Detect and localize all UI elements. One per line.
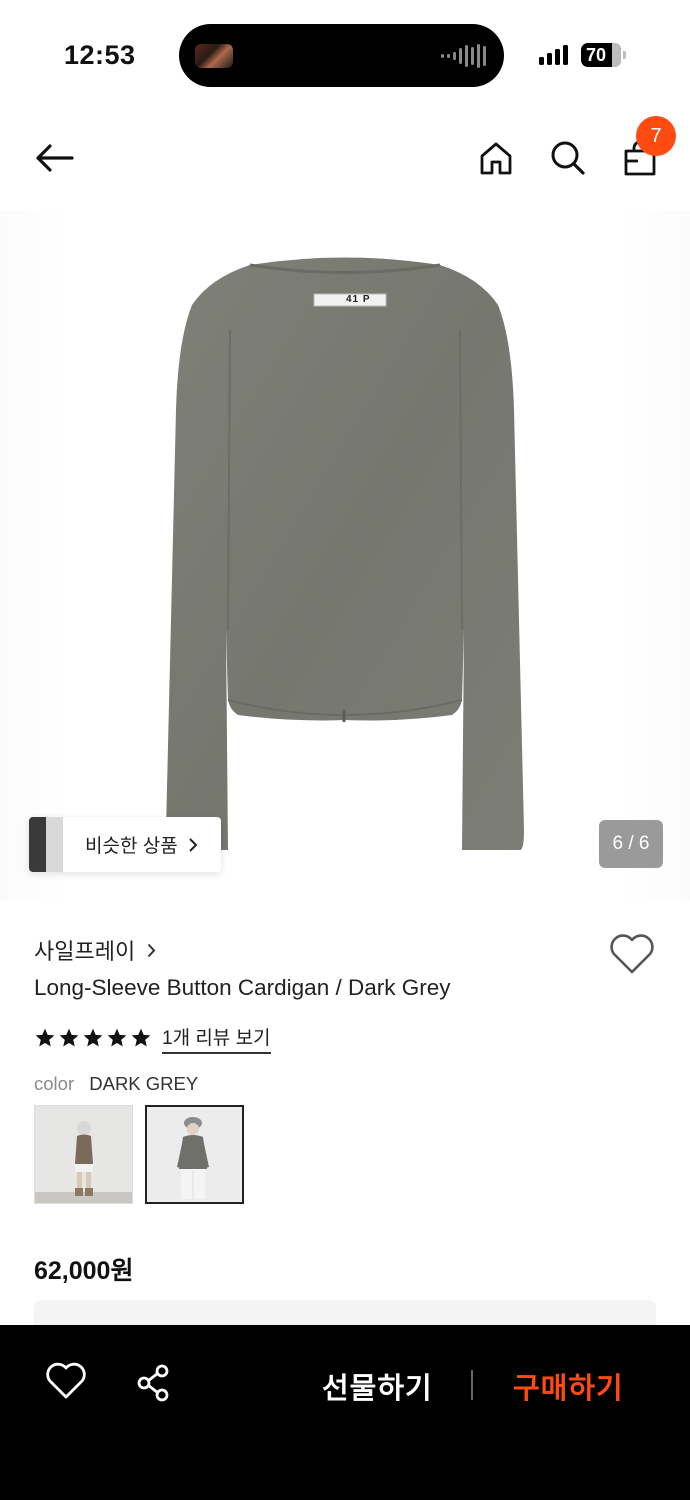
color-label: color: [34, 1073, 75, 1094]
garment-tag-text: 41 P: [346, 294, 371, 305]
similar-products-button[interactable]: 비슷한 상품: [29, 817, 221, 872]
buy-button[interactable]: 구매하기: [513, 1365, 624, 1407]
image-page-indicator: 6 / 6: [599, 820, 663, 868]
chevron-right-icon: [147, 943, 156, 958]
cart-count-badge: 7: [636, 116, 676, 156]
audio-wave-icon: [441, 43, 486, 69]
star-icon: [131, 1028, 151, 1047]
chevron-right-icon: [188, 837, 198, 853]
product-price: 62,000원: [34, 1257, 134, 1285]
bottom-action-bar: 선물하기 구매하기: [0, 1325, 690, 1500]
heart-icon: [46, 1362, 86, 1399]
status-bar: 12:53 70: [0, 0, 690, 110]
star-icon: [59, 1028, 79, 1047]
search-icon: [551, 141, 585, 175]
star-icon: [107, 1028, 127, 1047]
similar-products-label: 비슷한 상품: [85, 836, 178, 857]
share-button[interactable]: [132, 1361, 176, 1405]
product-image-gallery[interactable]: 41 P: [0, 210, 690, 900]
battery-indicator: 70: [581, 43, 621, 67]
rating-row: 1개 리뷰 보기: [34, 1023, 271, 1054]
star-rating: [34, 1027, 152, 1049]
search-button[interactable]: [542, 132, 594, 184]
color-swatch-option-1[interactable]: [34, 1105, 133, 1204]
swatch-image: [35, 1106, 132, 1203]
battery-cap: [623, 51, 626, 59]
now-playing-artwork: [195, 44, 233, 68]
brand-name: 사일프레이: [34, 939, 136, 964]
action-divider: [471, 1370, 473, 1400]
status-time: 12:53: [64, 40, 136, 70]
wishlist-button[interactable]: [608, 932, 656, 976]
color-value: DARK GREY: [89, 1073, 199, 1094]
arrow-left-icon: [36, 144, 74, 172]
home-icon: [480, 142, 512, 175]
review-link[interactable]: 1개 리뷰 보기: [162, 1023, 271, 1054]
heart-icon: [610, 934, 654, 974]
product-title: Long-Sleeve Button Cardigan / Dark Grey: [34, 975, 451, 1000]
gift-button[interactable]: 선물하기: [322, 1365, 433, 1407]
dynamic-island: [179, 24, 504, 87]
wishlist-button-bottom[interactable]: [44, 1361, 88, 1405]
share-icon: [137, 1364, 169, 1402]
color-swatch-option-2-selected[interactable]: [145, 1105, 244, 1204]
top-navigation: [0, 110, 690, 210]
back-button[interactable]: [28, 132, 80, 184]
product-image: [166, 257, 524, 850]
similar-products-thumbnail: [29, 817, 63, 872]
brand-link[interactable]: 사일프레이: [34, 935, 156, 965]
swatch-image: [147, 1107, 242, 1202]
cellular-signal-icon: [539, 45, 568, 65]
color-row: color DARK GREY: [34, 1073, 198, 1095]
star-icon: [83, 1028, 103, 1047]
star-icon: [35, 1028, 55, 1047]
home-button[interactable]: [470, 132, 522, 184]
